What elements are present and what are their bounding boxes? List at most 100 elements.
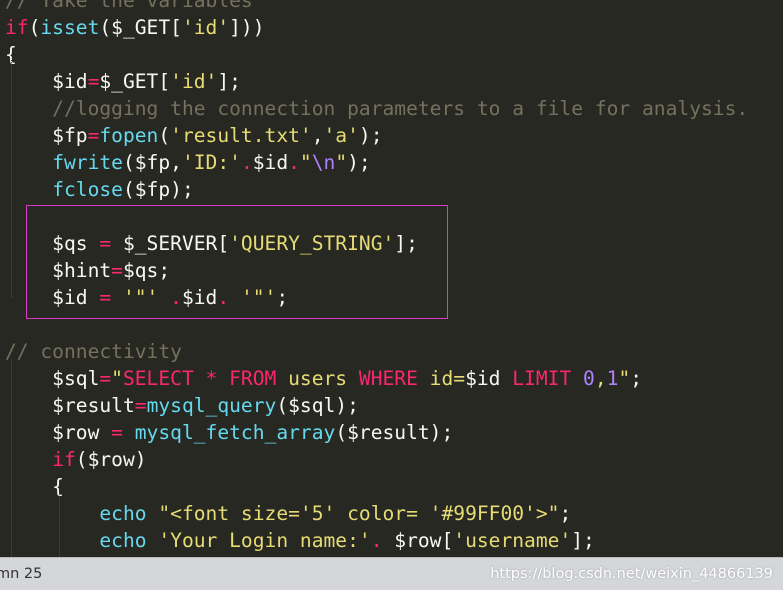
code-token: $sql (5, 367, 100, 390)
code-line: echo "<font size='5' color= '#99FF00'>"; (5, 500, 571, 527)
code-line: echo 'Your Login name:'. $row['username'… (5, 527, 595, 554)
code-token: " (299, 151, 312, 174)
code-token: = (87, 124, 100, 147)
code-editor[interactable]: // Take the variables if(isset($_GET['id'… (0, 0, 783, 557)
code-token: users (276, 367, 359, 390)
indent-guide (11, 358, 12, 557)
code-line: fclose($fp); (5, 176, 194, 203)
code-line: // Take the variables (5, 0, 253, 14)
indent-guide (11, 60, 12, 297)
code-token: id= (417, 367, 466, 390)
code-token: $fp (5, 124, 88, 147)
code-token: , (594, 367, 607, 390)
code-token: { (5, 475, 64, 498)
code-token: $id (252, 151, 289, 174)
code-token: ])) (229, 16, 265, 39)
code-token: ; (559, 502, 572, 525)
code-token: ($sql); (276, 394, 359, 417)
code-token: ($fp); (122, 178, 194, 201)
code-token: $id (5, 70, 88, 93)
code-line: // connectivity (5, 338, 182, 365)
code-token: $id (465, 367, 501, 390)
code-token: ($row) (75, 448, 147, 471)
code-token: ($fp, (122, 151, 182, 174)
code-token: . (288, 151, 300, 174)
code-line: if($row) (5, 446, 147, 473)
code-line: if(isset($_GET['id'])) (5, 14, 265, 41)
code-token: ($result); (335, 421, 454, 444)
code-token: echo (99, 502, 147, 525)
code-token: 'id' (170, 70, 218, 93)
code-token: 'ID:' (181, 151, 241, 174)
code-token: $row (5, 421, 112, 444)
code-token: // connectivity (5, 340, 182, 363)
code-token: , (311, 124, 324, 147)
code-token: " (335, 151, 348, 174)
code-token: // Take the variables (5, 0, 253, 12)
code-token: 1 (606, 367, 619, 390)
code-line: $result=mysql_query($sql); (5, 392, 359, 419)
code-token: . (240, 151, 253, 174)
code-token: 'result.txt' (170, 124, 312, 147)
code-token: ( (28, 16, 41, 39)
code-token: $result (5, 394, 135, 417)
code-line: { (5, 473, 64, 500)
code-token: ); (358, 124, 383, 147)
code-token: WHERE (358, 367, 418, 390)
code-token: 'username' (453, 529, 572, 552)
code-token: 'Your Login name:' (158, 529, 371, 552)
status-bar: mn 25 https://blog.csdn.net/weixin_44866… (0, 557, 783, 590)
code-token: LIMIT (512, 367, 572, 390)
code-token: $row[ (394, 529, 454, 552)
code-token: 'a' (323, 124, 359, 147)
code-token: FROM (229, 367, 277, 390)
code-token: = (87, 70, 100, 93)
code-token: $_GET[ (99, 70, 171, 93)
code-token: ]; (217, 70, 241, 93)
code-token: //logging the connection parameters to a… (5, 97, 749, 120)
code-token: ( (158, 124, 171, 147)
highlight-box (26, 205, 448, 319)
code-token: 0 (583, 367, 595, 390)
code-token: fopen (99, 124, 159, 147)
code-line: $id=$_GET['id']; (5, 68, 241, 95)
code-token: " (618, 367, 631, 390)
indent-guide (59, 493, 60, 557)
code-token: isset (40, 16, 100, 39)
code-token: ]; (571, 529, 595, 552)
code-line: //logging the connection parameters to a… (5, 95, 748, 122)
code-line: $sql="SELECT * FROM users WHERE id=$id L… (5, 365, 642, 392)
code-line: $fp=fopen('result.txt','a'); (5, 122, 383, 149)
cursor-position: mn 25 (0, 566, 43, 582)
code-token: = (99, 367, 112, 390)
code-token: . (370, 529, 395, 552)
code-token: mysql_query (146, 394, 277, 417)
code-token: ($_GET[ (99, 16, 182, 39)
code-token: \n (311, 151, 336, 174)
code-token: mysql_fetch_array (134, 421, 336, 444)
watermark-url: https://blog.csdn.net/weixin_44866139 (490, 566, 773, 582)
code-token: = (134, 394, 147, 417)
code-token: * (205, 367, 218, 390)
code-token: = (111, 421, 123, 444)
code-token: SELECT (122, 367, 194, 390)
code-token: fwrite (52, 151, 123, 174)
code-line: fwrite($fp,'ID:'.$id."\n"); (5, 149, 371, 176)
code-token: ; (630, 367, 643, 390)
code-token: if (52, 448, 76, 471)
code-token: " (111, 367, 123, 390)
code-token: if (5, 16, 29, 39)
code-token: echo (99, 529, 147, 552)
code-token: 'id' (181, 16, 230, 39)
